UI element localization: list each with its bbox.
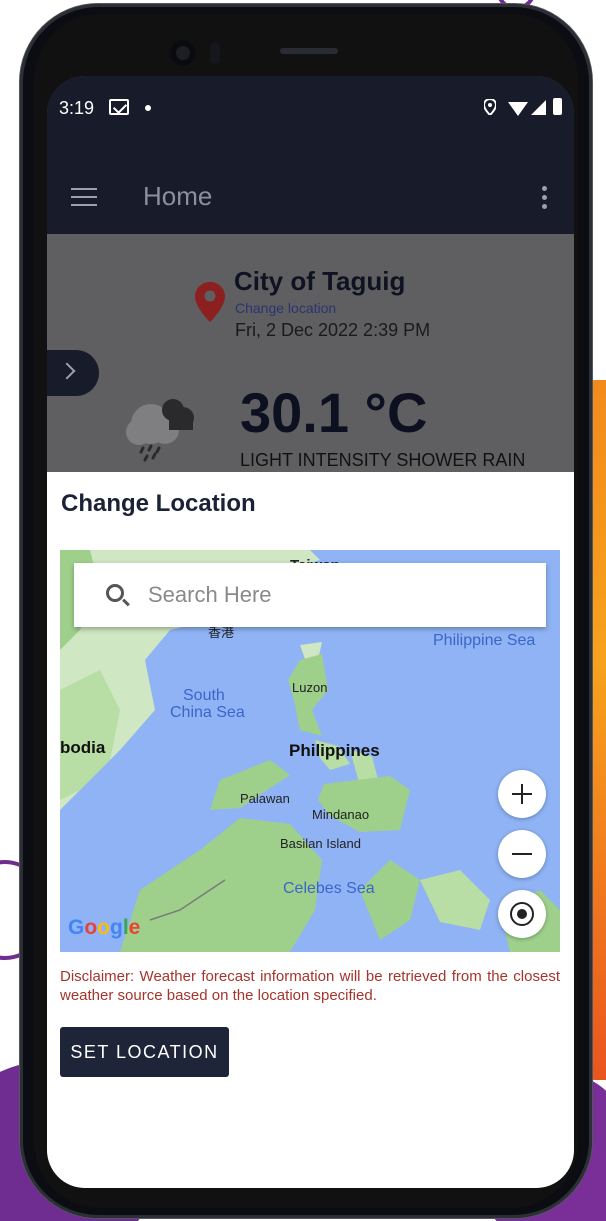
- map-label-celebes-sea: Celebes Sea: [283, 880, 375, 897]
- notification-dot-icon: [145, 105, 151, 111]
- front-camera: [170, 40, 196, 66]
- date-time: Fri, 2 Dec 2022 2:39 PM: [235, 320, 431, 340]
- my-location-icon: [510, 902, 534, 926]
- chevron-right-icon: [58, 362, 76, 380]
- battery-icon: [553, 98, 562, 115]
- city-name: City of Taguig: [234, 266, 406, 296]
- zoom-in-icon: [512, 784, 532, 804]
- rain-cloud-icon: [126, 399, 194, 462]
- navigation-bar: [47, 1148, 574, 1178]
- set-location-button[interactable]: SET LOCATION: [60, 1027, 229, 1077]
- disclaimer-text: Disclaimer: Weather forecast information…: [60, 968, 560, 1004]
- map-label-mindanao: Mindanao: [312, 807, 370, 822]
- my-location-button[interactable]: [498, 890, 546, 938]
- map-label-cambodia: bodia: [60, 738, 106, 757]
- map-label-palawan: Palawan: [240, 791, 290, 806]
- weather-description: LIGHT INTENSITY SHOWER RAIN: [240, 450, 526, 470]
- signal-icon: [531, 100, 546, 115]
- wifi-icon: [508, 102, 528, 116]
- page-title: Home: [143, 181, 213, 211]
- google-logo: Google: [68, 916, 141, 939]
- map-label-south-china-sea-2: China Sea: [170, 704, 245, 721]
- map-view[interactable]: Taiwan 香港 Philippine Sea Luzon South Chi…: [60, 550, 560, 952]
- map-pin-icon: [195, 282, 225, 322]
- status-time: 3:19: [59, 98, 95, 118]
- search-icon: [106, 584, 124, 602]
- location-icon: [484, 99, 496, 115]
- zoom-out-button[interactable]: [498, 830, 546, 878]
- app-bar: [47, 140, 574, 234]
- map-label-basilan-island: Basilan Island: [280, 836, 361, 851]
- map-label-philippine-sea: Philippine Sea: [433, 632, 536, 649]
- status-bar: 3:19: [47, 76, 574, 140]
- search-input[interactable]: [148, 580, 528, 610]
- gmail-icon: [109, 99, 129, 115]
- map-label-south-china-sea: South: [183, 687, 225, 704]
- phone-screen: 3:19 Home City of Taguig Change location…: [47, 76, 574, 1188]
- map-label-luzon: Luzon: [292, 680, 328, 695]
- sensor: [210, 42, 220, 64]
- zoom-out-icon: [512, 853, 532, 855]
- map-label-philippines: Philippines: [289, 741, 380, 760]
- sheet-title: Change Location: [61, 490, 256, 517]
- drawer-toggle[interactable]: [47, 350, 99, 396]
- change-location-sheet: Change Location Taiwan 香港: [47, 472, 574, 1188]
- temperature: 30.1 °C: [240, 381, 428, 444]
- change-location-link[interactable]: Change location: [235, 300, 336, 316]
- search-box[interactable]: [74, 563, 546, 627]
- earpiece-speaker: [280, 48, 338, 54]
- more-vert-icon[interactable]: [542, 186, 548, 209]
- zoom-in-button[interactable]: [498, 770, 546, 818]
- menu-icon[interactable]: [71, 188, 97, 206]
